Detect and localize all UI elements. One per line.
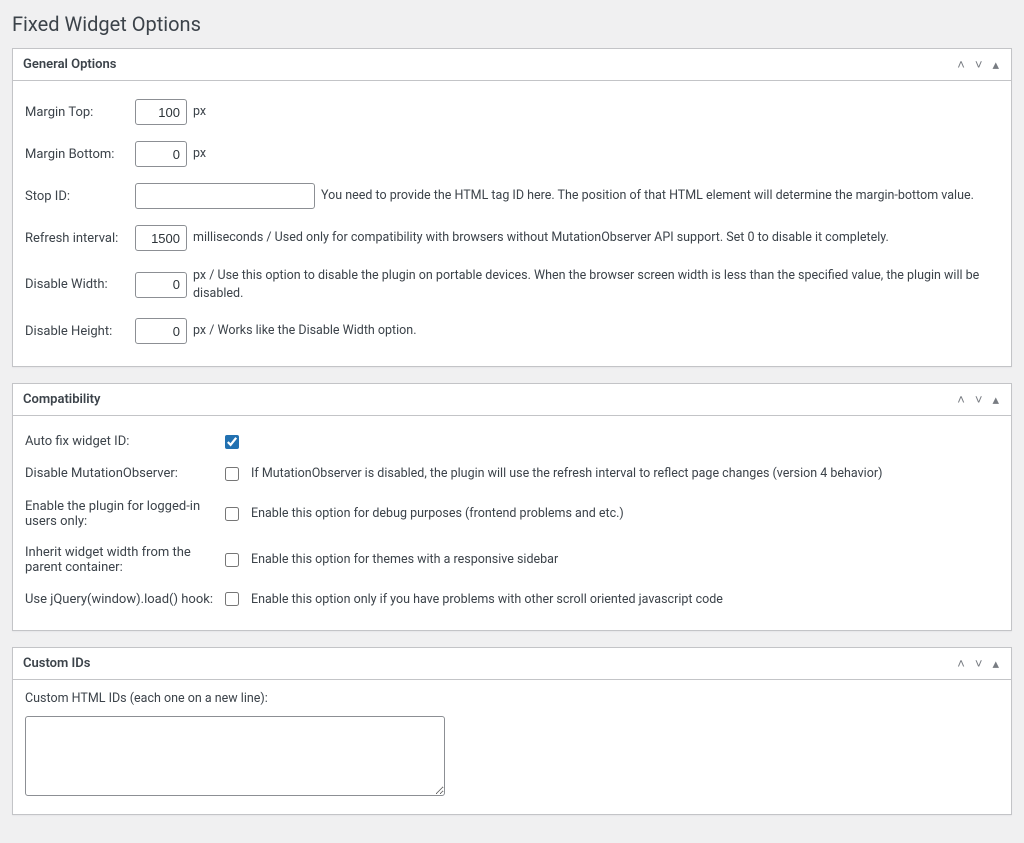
logged-in-desc: Enable this option for debug purposes (f… — [251, 505, 624, 523]
jq-hook-desc: Enable this option only if you have prob… — [251, 591, 723, 609]
panel-header: Custom IDs ˄ ˅ ▴ — [13, 648, 1011, 680]
panel-body: Custom HTML IDs (each one on a new line)… — [13, 680, 1011, 814]
panel-title: Custom IDs — [23, 654, 90, 673]
logged-in-checkbox[interactable] — [225, 507, 239, 521]
jq-hook-checkbox[interactable] — [225, 592, 239, 606]
auto-fix-label: Auto fix widget ID: — [25, 434, 225, 449]
stop-id-input[interactable] — [135, 183, 315, 209]
margin-top-suffix: px — [193, 103, 206, 121]
disable-width-input[interactable] — [135, 272, 187, 298]
disable-mo-desc: If MutationObserver is disabled, the plu… — [251, 465, 882, 483]
move-up-icon[interactable]: ˄ — [955, 58, 967, 71]
disable-height-label: Disable Height: — [25, 324, 135, 339]
refresh-label: Refresh interval: — [25, 231, 135, 246]
refresh-desc: milliseconds / Used only for compatibili… — [193, 229, 889, 247]
disable-height-input[interactable] — [135, 318, 187, 344]
custom-ids-label: Custom HTML IDs (each one on a new line)… — [25, 690, 999, 708]
panel-title: General Options — [23, 55, 116, 74]
page-title: Fixed Widget Options — [12, 12, 1012, 36]
panel-compatibility: Compatibility ˄ ˅ ▴ Auto fix widget ID: … — [12, 383, 1012, 631]
margin-top-input[interactable] — [135, 99, 187, 125]
panel-body: Margin Top: px Margin Bottom: px Stop ID… — [13, 81, 1011, 366]
panel-custom-ids: Custom IDs ˄ ˅ ▴ Custom HTML IDs (each o… — [12, 647, 1012, 815]
toggle-icon[interactable]: ▴ — [990, 58, 1001, 71]
disable-width-desc: px / Use this option to disable the plug… — [193, 267, 999, 302]
margin-top-label: Margin Top: — [25, 105, 135, 120]
panel-header: Compatibility ˄ ˅ ▴ — [13, 384, 1011, 416]
panel-handle-actions: ˄ ˅ ▴ — [955, 58, 1001, 71]
disable-mo-checkbox[interactable] — [225, 467, 239, 481]
toggle-icon[interactable]: ▴ — [990, 393, 1001, 406]
margin-bottom-label: Margin Bottom: — [25, 147, 135, 162]
disable-width-label: Disable Width: — [25, 277, 135, 292]
panel-body: Auto fix widget ID: Disable MutationObse… — [13, 416, 1011, 630]
inherit-width-checkbox[interactable] — [225, 553, 239, 567]
custom-ids-textarea[interactable] — [25, 716, 445, 796]
move-up-icon[interactable]: ˄ — [955, 657, 967, 670]
panel-handle-actions: ˄ ˅ ▴ — [955, 393, 1001, 406]
disable-height-desc: px / Works like the Disable Width option… — [193, 322, 417, 340]
inherit-width-label: Inherit widget width from the parent con… — [25, 545, 225, 575]
inherit-width-desc: Enable this option for themes with a res… — [251, 551, 558, 569]
toggle-icon[interactable]: ▴ — [990, 657, 1001, 670]
disable-mo-label: Disable MutationObserver: — [25, 466, 225, 481]
stop-id-label: Stop ID: — [25, 189, 135, 204]
logged-in-label: Enable the plugin for logged-in users on… — [25, 499, 225, 529]
jq-hook-label: Use jQuery(window).load() hook: — [25, 592, 225, 607]
move-down-icon[interactable]: ˅ — [973, 58, 985, 71]
auto-fix-checkbox[interactable] — [225, 435, 239, 449]
move-up-icon[interactable]: ˄ — [955, 393, 967, 406]
panel-general-options: General Options ˄ ˅ ▴ Margin Top: px Mar… — [12, 48, 1012, 367]
margin-bottom-input[interactable] — [135, 141, 187, 167]
margin-bottom-suffix: px — [193, 145, 206, 163]
refresh-input[interactable] — [135, 225, 187, 251]
panel-header: General Options ˄ ˅ ▴ — [13, 49, 1011, 81]
stop-id-desc: You need to provide the HTML tag ID here… — [321, 187, 974, 205]
move-down-icon[interactable]: ˅ — [973, 393, 985, 406]
panel-title: Compatibility — [23, 390, 100, 409]
panel-handle-actions: ˄ ˅ ▴ — [955, 657, 1001, 670]
move-down-icon[interactable]: ˅ — [973, 657, 985, 670]
